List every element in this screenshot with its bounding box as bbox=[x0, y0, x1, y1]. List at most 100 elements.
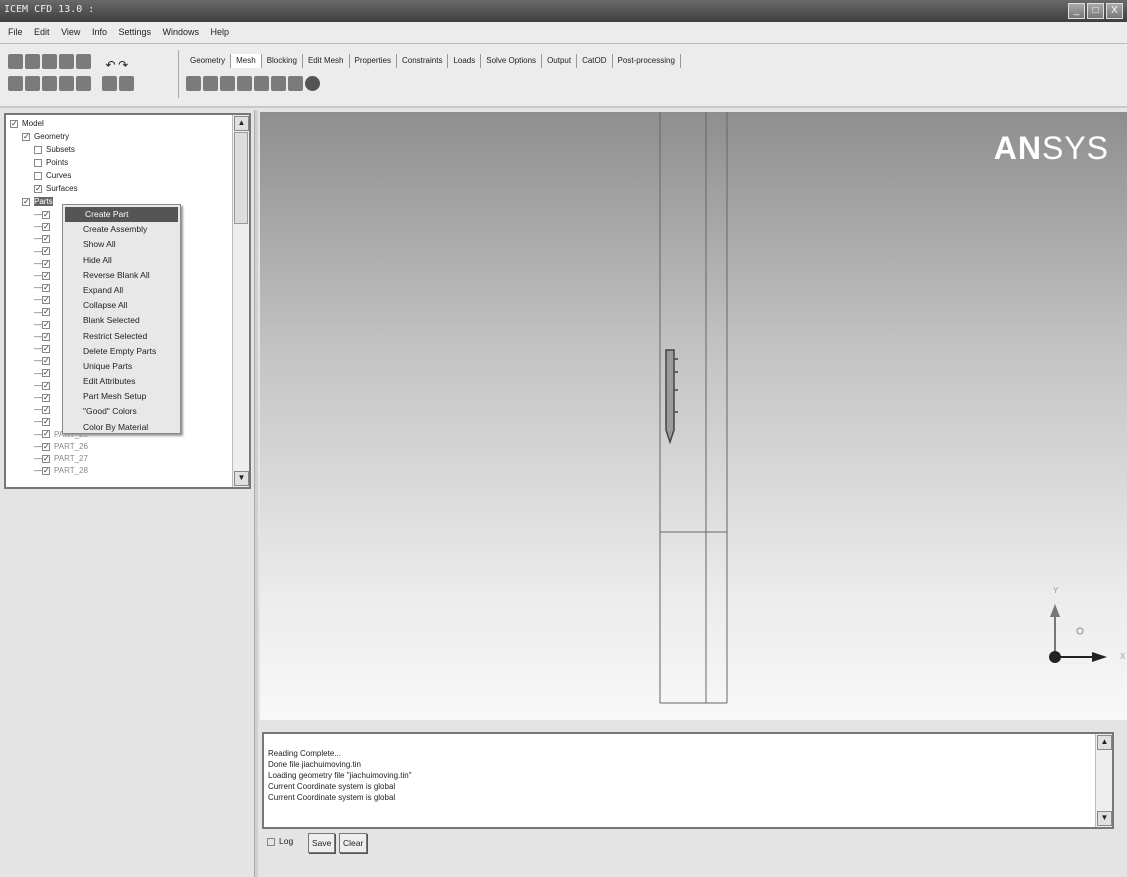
checkbox-icon[interactable]: ✓ bbox=[42, 235, 50, 244]
checkbox-icon[interactable] bbox=[267, 837, 275, 846]
tree-part-item[interactable]: —✓ PART_27 bbox=[34, 452, 88, 465]
context-menu-item[interactable]: Unique Parts bbox=[63, 359, 180, 374]
checkbox-icon[interactable]: ✓ bbox=[34, 184, 42, 193]
tree-part-item[interactable]: —✓ bbox=[34, 281, 54, 294]
save-icon[interactable] bbox=[25, 54, 40, 69]
tree-item[interactable]: Curves bbox=[34, 169, 71, 182]
part-mesh-icon[interactable] bbox=[203, 76, 218, 91]
checkbox-icon[interactable]: ✓ bbox=[42, 259, 50, 268]
checkbox-icon[interactable]: ✓ bbox=[10, 119, 18, 128]
tree-part-item[interactable]: —✓ bbox=[34, 208, 54, 221]
checkbox-icon[interactable] bbox=[34, 145, 42, 154]
global-mesh-icon[interactable] bbox=[186, 76, 201, 91]
checkbox-icon[interactable]: ✓ bbox=[42, 284, 50, 293]
context-menu-item[interactable]: Color By Material bbox=[63, 420, 180, 435]
context-menu-item[interactable]: Edit Attributes bbox=[63, 374, 180, 389]
menu-settings[interactable]: Settings bbox=[118, 27, 151, 37]
fit-icon[interactable] bbox=[8, 76, 23, 91]
tree-part-item[interactable]: —✓ bbox=[34, 306, 54, 319]
tree-item[interactable]: Points bbox=[34, 156, 68, 169]
context-menu-item[interactable]: Reverse Blank All bbox=[63, 268, 180, 283]
context-menu-item[interactable]: Restrict Selected bbox=[63, 329, 180, 344]
import-icon[interactable] bbox=[76, 54, 91, 69]
tree-part-item[interactable]: —✓ bbox=[34, 293, 54, 306]
checkbox-icon[interactable]: ✓ bbox=[42, 369, 50, 378]
tab-catod[interactable]: CatOD bbox=[577, 54, 613, 68]
tree-part-item[interactable]: —✓ bbox=[34, 415, 54, 428]
tab-constraints[interactable]: Constraints bbox=[397, 54, 449, 68]
tree-item[interactable]: Subsets bbox=[34, 143, 75, 156]
curve-mesh-icon[interactable] bbox=[237, 76, 252, 91]
message-scrollbar[interactable]: ▲ ▼ bbox=[1095, 734, 1112, 827]
context-menu-item[interactable]: "Good" Colors bbox=[63, 404, 180, 419]
tab-geometry[interactable]: Geometry bbox=[185, 54, 232, 68]
scroll-up-icon[interactable]: ▲ bbox=[234, 116, 249, 131]
checkbox-icon[interactable]: ✓ bbox=[42, 442, 50, 451]
connector-icon[interactable] bbox=[288, 76, 303, 91]
checkbox-icon[interactable]: ✓ bbox=[42, 418, 50, 427]
checkbox-icon[interactable] bbox=[34, 158, 42, 167]
tree-part-item[interactable]: —✓ bbox=[34, 342, 54, 355]
mesh-size-icon[interactable] bbox=[254, 76, 269, 91]
checkbox-icon[interactable]: ✓ bbox=[42, 223, 50, 232]
tree-part-item[interactable]: —✓ bbox=[34, 367, 54, 380]
tab-blocking[interactable]: Blocking bbox=[262, 54, 303, 68]
tree-item[interactable]: ✓ Parts bbox=[22, 195, 53, 208]
context-menu-item[interactable]: Expand All bbox=[63, 283, 180, 298]
report-icon[interactable] bbox=[76, 76, 91, 91]
checkbox-icon[interactable]: ✓ bbox=[42, 320, 50, 329]
checkbox-icon[interactable]: ✓ bbox=[42, 454, 50, 463]
tab-solve-options[interactable]: Solve Options bbox=[481, 54, 543, 68]
log-checkbox[interactable]: Log bbox=[267, 836, 293, 846]
checkbox-icon[interactable]: ✓ bbox=[42, 332, 50, 341]
tab-loads[interactable]: Loads bbox=[448, 54, 482, 68]
scroll-thumb[interactable] bbox=[234, 132, 248, 224]
save-as-icon[interactable] bbox=[42, 54, 57, 69]
open-icon[interactable] bbox=[8, 54, 23, 69]
tree-part-item[interactable]: —✓ bbox=[34, 220, 54, 233]
panel-splitter[interactable] bbox=[254, 110, 258, 877]
checkbox-icon[interactable]: ✓ bbox=[22, 197, 30, 206]
tree-part-item[interactable]: —✓ bbox=[34, 232, 54, 245]
tree-part-item[interactable]: —✓ bbox=[34, 403, 54, 416]
checkbox-icon[interactable]: ✓ bbox=[42, 296, 50, 305]
compute-mesh-icon[interactable] bbox=[305, 76, 320, 91]
scroll-up-icon[interactable]: ▲ bbox=[1097, 735, 1112, 750]
menu-edit[interactable]: Edit bbox=[34, 27, 50, 37]
tab-mesh[interactable]: Mesh bbox=[231, 54, 262, 68]
tab-edit-mesh[interactable]: Edit Mesh bbox=[303, 54, 350, 68]
tree-item[interactable]: ✓ Geometry bbox=[22, 130, 69, 143]
tree-part-item[interactable]: —✓ bbox=[34, 391, 54, 404]
context-menu-item[interactable]: Create Part bbox=[65, 207, 178, 223]
undo-icon[interactable]: ↶ bbox=[106, 58, 116, 72]
menu-view[interactable]: View bbox=[61, 27, 80, 37]
checkbox-icon[interactable]: ✓ bbox=[42, 271, 50, 280]
tree-part-item[interactable]: —✓ bbox=[34, 330, 54, 343]
context-menu-item[interactable]: Create Assembly bbox=[63, 222, 180, 237]
message-log[interactable]: Reading Complete... Done file jiachuimov… bbox=[262, 732, 1114, 829]
checkbox-icon[interactable]: ✓ bbox=[42, 467, 50, 476]
wire-icon[interactable] bbox=[118, 76, 134, 91]
redo-icon[interactable]: ↷ bbox=[118, 58, 128, 72]
export-icon[interactable] bbox=[59, 54, 74, 69]
tree-scrollbar[interactable]: ▲ ▼ bbox=[232, 115, 249, 487]
checkbox-icon[interactable]: ✓ bbox=[22, 132, 30, 141]
graphics-viewport[interactable]: ANSYS Y X bbox=[260, 112, 1127, 720]
checkbox-icon[interactable]: ✓ bbox=[42, 247, 50, 256]
checkbox-icon[interactable]: ✓ bbox=[42, 430, 50, 439]
context-menu-item[interactable]: Collapse All bbox=[63, 298, 180, 313]
context-menu-item[interactable]: Hide All bbox=[63, 253, 180, 268]
context-menu-item[interactable]: Delete Empty Parts bbox=[63, 344, 180, 359]
maximize-button[interactable]: □ bbox=[1087, 3, 1104, 19]
transform-icon[interactable] bbox=[59, 76, 74, 91]
scroll-down-icon[interactable]: ▼ bbox=[1097, 811, 1112, 826]
checkbox-icon[interactable]: ✓ bbox=[42, 381, 50, 390]
tree-part-item[interactable]: —✓ bbox=[34, 318, 54, 331]
tab-properties[interactable]: Properties bbox=[350, 54, 397, 68]
minimize-button[interactable]: _ bbox=[1068, 3, 1085, 19]
menu-file[interactable]: File bbox=[8, 27, 23, 37]
tree-part-item[interactable]: —✓ bbox=[34, 379, 54, 392]
tree-part-item[interactable]: —✓ bbox=[34, 354, 54, 367]
checkbox-icon[interactable]: ✓ bbox=[42, 393, 50, 402]
tree-item[interactable]: ✓ Model bbox=[10, 117, 44, 130]
